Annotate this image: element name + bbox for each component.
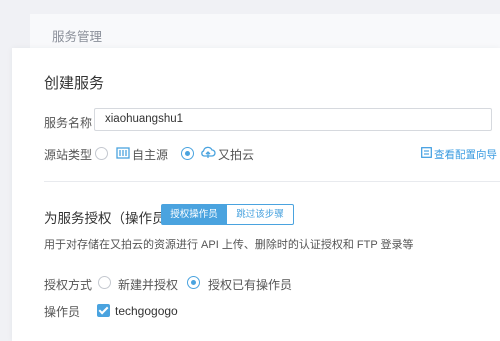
page-header-card: 服务管理 — [30, 14, 500, 50]
skip-step-button[interactable]: 跳过该步骤 — [227, 204, 294, 225]
source-option-self-label[interactable]: 自主源 — [132, 146, 168, 163]
cloud-icon — [201, 146, 216, 158]
operator-name[interactable]: techgogogo — [115, 304, 178, 318]
authorization-description: 用于对存储在又拍云的资源进行 API 上传、删除时的认证授权和 FTP 登录等 — [44, 239, 414, 251]
authorize-operator-button[interactable]: 授权操作员 — [161, 204, 227, 225]
service-name-label: 服务名称 — [44, 116, 93, 130]
radio-create-and-authorize[interactable] — [98, 276, 111, 289]
operator-checkbox[interactable] — [97, 304, 110, 317]
config-guide-link[interactable]: 查看配置向导 — [434, 147, 497, 162]
radio-authorize-existing[interactable] — [187, 276, 200, 289]
source-type-label: 源站类型 — [44, 148, 93, 162]
page-title: 服务管理 — [52, 30, 103, 44]
service-name-input[interactable]: xiaohuangshu1 — [94, 108, 492, 131]
section-divider — [44, 181, 500, 182]
method-option-create-label[interactable]: 新建并授权 — [118, 276, 178, 293]
method-option-existing-label[interactable]: 授权已有操作员 — [208, 276, 292, 293]
source-option-upyun-label[interactable]: 又拍云 — [218, 146, 254, 163]
radio-source-upyun[interactable] — [181, 147, 194, 160]
operator-label: 操作员 — [44, 305, 81, 319]
create-service-panel: 创建服务 服务名称 xiaohuangshu1 源站类型 自主源 又拍云 查看配… — [12, 48, 500, 341]
guide-icon — [421, 147, 432, 158]
auth-method-label: 授权方式 — [44, 278, 93, 292]
section-heading-create-service: 创建服务 — [44, 75, 105, 92]
server-icon — [116, 147, 130, 159]
section-heading-authorization: 为服务授权（操作员） — [44, 211, 179, 226]
auth-mode-toggle: 授权操作员 跳过该步骤 — [161, 204, 294, 225]
radio-source-self[interactable] — [95, 147, 108, 160]
